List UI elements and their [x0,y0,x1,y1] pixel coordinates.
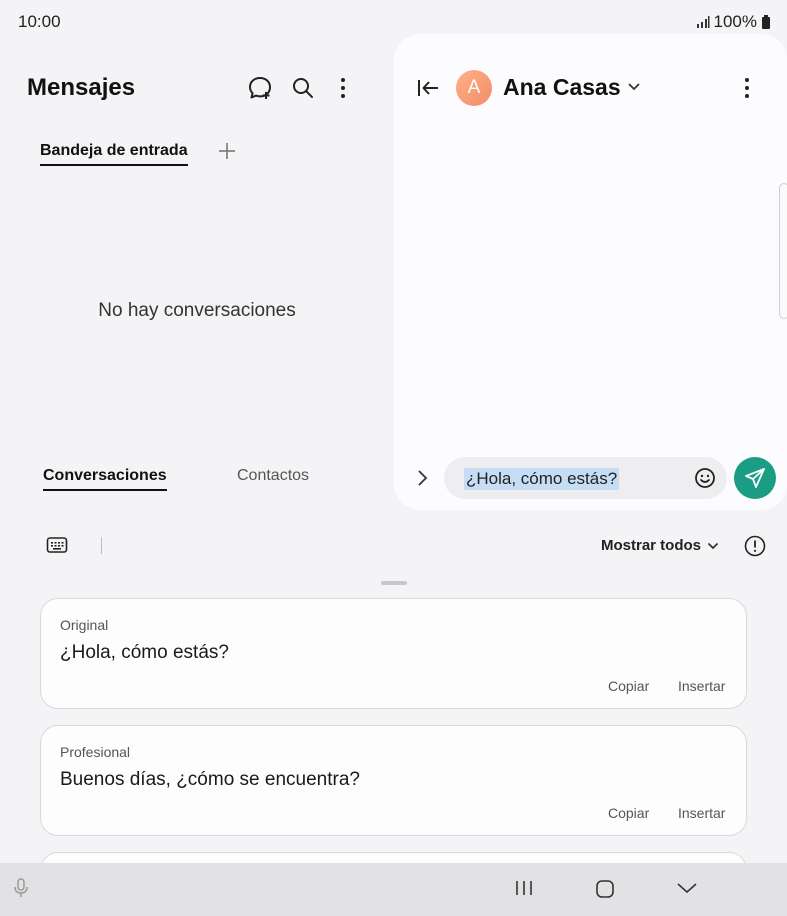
chevron-down-icon [707,542,719,550]
show-all-label: Mostrar todos [601,537,702,554]
copy-button[interactable]: Copiar [608,678,649,694]
suggestion-text: ¿Hola, cómo estás? [60,642,229,663]
search-icon[interactable] [288,73,318,103]
send-button[interactable] [734,457,776,499]
send-icon [744,467,766,489]
suggestion-text: Buenos días, ¿cómo se encuentra? [60,769,360,790]
emoji-icon[interactable] [694,467,716,489]
collapse-pane-icon[interactable] [416,77,440,99]
info-icon[interactable] [744,535,766,557]
new-chat-icon[interactable] [245,73,275,103]
conversation-more-icon[interactable] [744,77,750,99]
copy-button[interactable]: Copiar [608,805,649,821]
show-all-dropdown[interactable]: Mostrar todos [601,537,719,554]
suggestion-card[interactable]: Profesional Buenos días, ¿cómo se encuen… [40,725,747,836]
page-title: Mensajes [27,74,136,101]
status-time: 10:00 [18,12,61,31]
drag-handle[interactable] [381,581,407,585]
toolbar-divider [101,537,102,554]
empty-state-text: No hay conversaciones [98,300,296,321]
scrollbar-handle[interactable] [779,183,787,319]
tab-inbox[interactable]: Bandeja de entrada [40,142,188,166]
tab-contacts[interactable]: Contactos [237,467,309,485]
contact-name[interactable]: Ana Casas [503,74,621,101]
keyboard-icon[interactable] [46,536,68,554]
hide-keyboard-icon[interactable] [676,881,698,895]
suggestion-card[interactable]: Original ¿Hola, cómo estás? Copiar Inser… [40,598,747,709]
suggestion-label: Profesional [60,744,131,760]
insert-button[interactable]: Insertar [678,678,725,694]
microphone-icon[interactable] [12,877,30,899]
navigation-bar [0,863,787,916]
tab-conversations[interactable]: Conversaciones [43,467,167,491]
insert-button[interactable]: Insertar [678,805,725,821]
status-indicators: 100% [696,12,771,32]
avatar[interactable]: A [456,70,492,106]
battery-percent: 100% [713,12,757,31]
home-icon[interactable] [595,879,615,899]
chevron-down-icon[interactable] [627,82,641,92]
message-input-text[interactable]: ¿Hola, cómo estás? [464,468,620,490]
conversation-pane [394,34,787,510]
chevron-right-icon[interactable] [415,468,429,488]
signal-icon [696,16,710,28]
battery-icon [761,15,771,29]
more-options-icon[interactable] [328,73,358,103]
recent-apps-icon[interactable] [513,879,535,897]
suggestion-label: Original [60,617,109,633]
add-tab-icon[interactable] [216,140,238,162]
